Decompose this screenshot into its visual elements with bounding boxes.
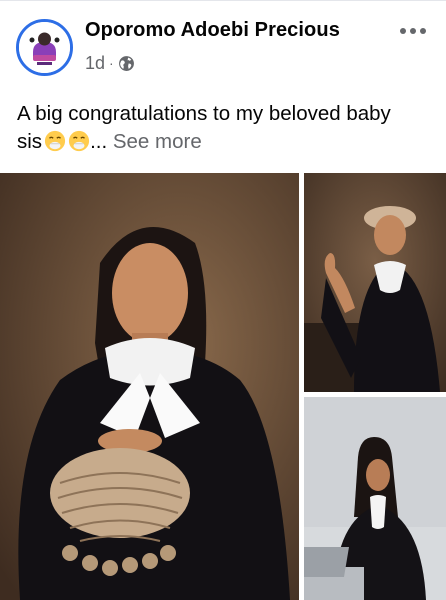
photo-large[interactable] <box>0 173 299 600</box>
ellipsis: ... <box>90 130 108 153</box>
author-avatar[interactable] <box>16 19 73 76</box>
post-text-line1: A big congratulations to my beloved baby <box>17 102 391 125</box>
photo-top-right-image <box>304 173 446 392</box>
globe-icon[interactable] <box>118 55 135 72</box>
top-divider <box>0 0 446 1</box>
timestamp[interactable]: 1d <box>85 53 105 74</box>
more-options-icon[interactable] <box>400 23 426 39</box>
meta-separator: · <box>109 55 114 71</box>
post-meta: 1d · <box>85 52 135 74</box>
post-text: A big congratulations to my beloved baby… <box>17 100 437 156</box>
see-more-link[interactable]: See more <box>113 130 202 153</box>
hand-over-mouth-emoji-icon <box>44 130 66 152</box>
more-dot <box>420 28 426 34</box>
post-text-prefix: sis <box>17 130 43 153</box>
more-dot <box>410 28 416 34</box>
hand-over-mouth-emoji-icon <box>68 130 90 152</box>
photo-top-right[interactable] <box>304 173 446 392</box>
more-dot <box>400 28 406 34</box>
avatar-illustration <box>19 22 70 73</box>
photo-bottom-right-image <box>304 397 446 600</box>
photo-large-image <box>0 173 299 600</box>
photo-bottom-right[interactable] <box>304 397 446 600</box>
author-name[interactable]: Oporomo Adoebi Precious <box>85 19 340 42</box>
post-text-line2: sis ... See more <box>17 128 437 156</box>
